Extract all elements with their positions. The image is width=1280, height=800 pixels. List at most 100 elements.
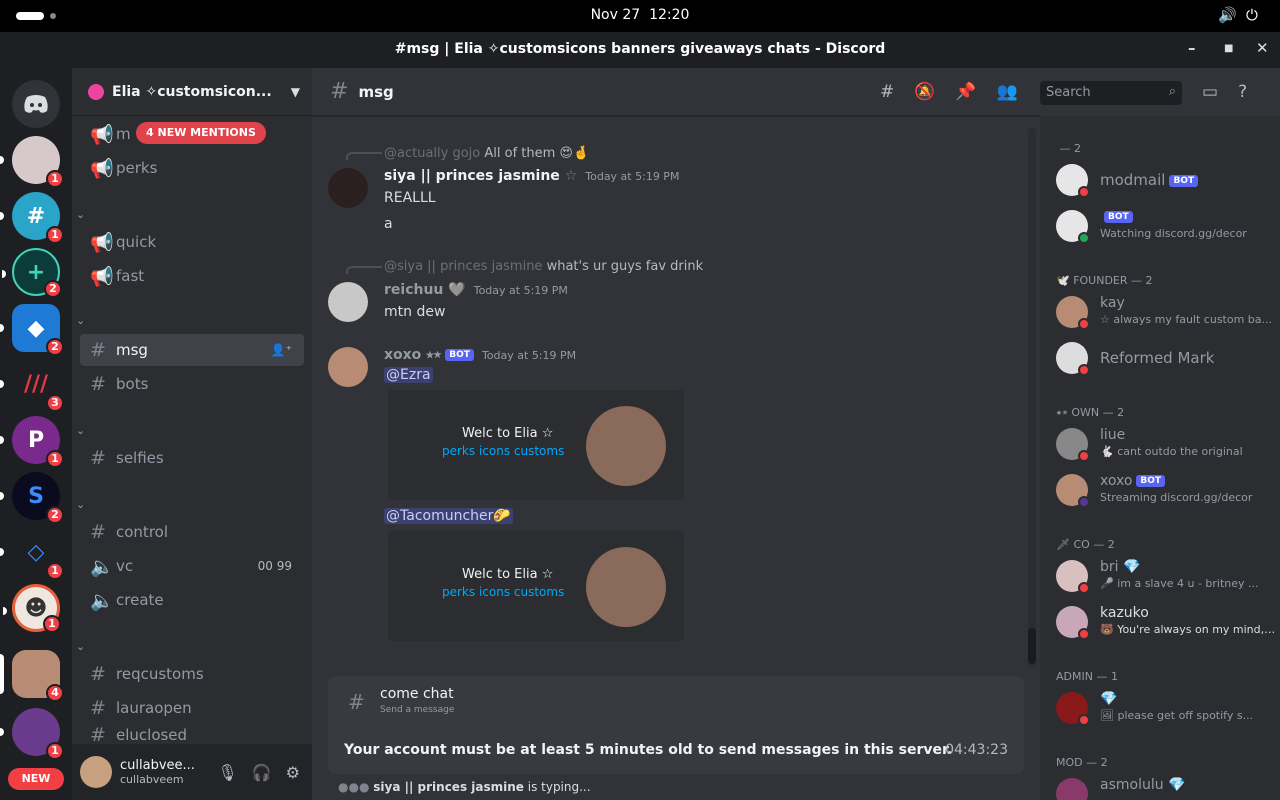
server-plus-icon[interactable]: +2: [2, 248, 62, 298]
mute-bell-icon[interactable]: 🔕: [914, 82, 935, 102]
invite-icon[interactable]: 👤⁺: [271, 343, 292, 357]
voice-channel-item[interactable]: 🔈 ﻿vc 00 99: [80, 550, 304, 582]
home-discord-icon[interactable]: [12, 80, 60, 128]
server-anime-avatar[interactable]: 1: [0, 708, 64, 760]
server-badge: 1: [46, 226, 64, 244]
inbox-icon[interactable]: ▭: [1202, 82, 1218, 102]
avatar[interactable]: [80, 756, 112, 788]
member-item[interactable]: BOT Watching discord.gg/decor: [1056, 205, 1276, 247]
message-author[interactable]: xoxo ⭑⭒ BOT Today at 5:19 PM: [384, 347, 576, 363]
unread-pip: [0, 212, 4, 220]
role-header: 🗡 ﻿CO — 2: [1056, 538, 1115, 551]
server-diamond-icon[interactable]: ◇ 1: [0, 528, 64, 580]
author-tag: ☆: [564, 168, 578, 184]
category-header[interactable]: ⌄: [76, 314, 89, 327]
avatar[interactable]: [328, 168, 368, 208]
channel-item[interactable]: # ﻿laura﻿open: [80, 692, 304, 724]
user-info[interactable]: cullabvee... cullabveem: [120, 758, 217, 786]
volume-icon[interactable]: 🔊: [1218, 6, 1237, 24]
hash-icon: #: [90, 447, 106, 469]
member-status: Watching discord.gg/decor: [1100, 227, 1247, 240]
threads-icon[interactable]: #: [880, 82, 894, 102]
reply-preview[interactable]: @actually gojo All of them 😍🤞: [384, 146, 589, 161]
headphones-icon[interactable]: 🎧: [252, 763, 272, 782]
member-item[interactable]: kay ☆ always my fault custom ba...: [1056, 291, 1276, 333]
role-header: MOD — 2: [1056, 756, 1108, 769]
unread-pip: [0, 728, 4, 736]
channel-item-selected[interactable]: # ﻿msg 👤⁺: [80, 334, 304, 366]
voice-channel-item[interactable]: 🔈 ﻿create: [80, 584, 304, 616]
embed-thumbnail[interactable]: [586, 547, 666, 627]
channel-item[interactable]: # ﻿req﻿customs: [80, 658, 304, 690]
unread-pip: [0, 436, 4, 444]
channel-item[interactable]: # ﻿control: [80, 516, 304, 548]
pin-icon[interactable]: 📌: [955, 82, 976, 102]
search-input[interactable]: Search ⌕: [1040, 81, 1182, 105]
member-item[interactable]: asmolulu 💎: [1056, 773, 1276, 800]
member-item[interactable]: Reformed Mark: [1056, 337, 1276, 379]
channel-item[interactable]: # ﻿elu﻿closed: [80, 726, 304, 744]
member-item[interactable]: kazuko 🐻 You're always on my mind, ...: [1056, 601, 1276, 643]
embed-link[interactable]: perks icons customs: [442, 444, 564, 458]
new-mentions-badge[interactable]: 4 NEW MENTIONS: [136, 122, 266, 144]
members-icon[interactable]: 👥: [997, 82, 1018, 102]
new-badge[interactable]: NEW: [8, 768, 64, 790]
scrollbar-thumb[interactable]: [1028, 628, 1036, 664]
member-item[interactable]: bri 💎 🎤 im a slave 4 u - britney ...: [1056, 555, 1276, 597]
channel-item[interactable]: # ﻿selfies: [80, 442, 304, 474]
maximize-button[interactable]: ■: [1224, 43, 1233, 54]
reply-preview[interactable]: @siya || princes jasmine what's ur guys …: [384, 259, 703, 274]
close-button[interactable]: ✕: [1256, 39, 1269, 57]
channel-item[interactable]: # ﻿bots: [80, 368, 304, 400]
server-hash-icon[interactable]: #1: [0, 192, 64, 244]
member-name: kazuko: [1100, 605, 1149, 621]
server-elia-avatar[interactable]: 4: [0, 650, 64, 702]
system-clock[interactable]: Nov 27 12:20: [0, 7, 1280, 23]
server-robot-icon[interactable]: ☻ 1: [3, 584, 61, 633]
bot-tag: BOT: [1136, 475, 1166, 487]
member-item[interactable]: liue 🐇 cant outdo the original: [1056, 423, 1276, 465]
user-mention[interactable]: @Tacomuncher🌮: [384, 508, 513, 524]
member-item[interactable]: xoxo BOT Streaming discord.gg/decor: [1056, 469, 1276, 511]
server-s-icon[interactable]: S2: [0, 472, 64, 524]
member-item[interactable]: modmail BOT: [1056, 159, 1276, 201]
reply-text: All of them 😍🤞: [484, 146, 590, 161]
power-icon[interactable]: ⏻: [1246, 6, 1258, 24]
server-badge: 2: [44, 280, 62, 298]
server-cube-icon[interactable]: ◆ 2: [0, 304, 64, 356]
channel-item[interactable]: 📢 ﻿fast: [80, 260, 304, 292]
message-author[interactable]: siya || princes jasmine ☆ Today at 5:19 P…: [384, 168, 679, 184]
server-p-icon[interactable]: P1: [0, 416, 64, 468]
unread-pip: [0, 324, 4, 332]
status-dnd-icon: [1078, 582, 1090, 594]
avatar[interactable]: [328, 282, 368, 322]
unread-pip: [0, 156, 4, 164]
channel-name: vc: [116, 557, 134, 575]
gear-icon[interactable]: ⚙: [286, 763, 300, 782]
category-header[interactable]: ⌄: [76, 498, 89, 511]
status-dnd-icon: [1078, 714, 1090, 726]
scrollbar-track[interactable]: [1028, 128, 1036, 668]
category-header[interactable]: ⌄: [76, 424, 89, 437]
minimize-button[interactable]: –: [1188, 39, 1196, 57]
guild-header[interactable]: Elia ✧﻿customs﻿icon... ▼: [72, 68, 312, 116]
embed-link[interactable]: perks icons customs: [442, 585, 564, 599]
member-item[interactable]: 💎 🖼 please get off spotify s...: [1056, 687, 1276, 729]
avatar[interactable]: [328, 347, 368, 387]
embed-thumbnail[interactable]: [586, 406, 666, 486]
channel-item[interactable]: 📢 ﻿quick: [80, 226, 304, 258]
microphone-icon[interactable]: 🎙: [217, 763, 237, 782]
channel-item[interactable]: 📢 ﻿perks: [80, 152, 304, 184]
help-icon[interactable]: ?: [1238, 82, 1247, 102]
server-avatar-1[interactable]: 1: [0, 136, 64, 188]
message-composer[interactable]: # come chat Send a message Your account …: [328, 676, 1024, 774]
channel-name: create: [116, 591, 164, 609]
system-date: Nov 27: [590, 7, 641, 23]
category-header[interactable]: ⌄: [76, 640, 89, 653]
message-author[interactable]: reichuu 🩶 Today at 5:19 PM: [384, 282, 568, 298]
channel-name: quick: [116, 233, 157, 251]
status-online-icon: [1078, 232, 1090, 244]
user-mention[interactable]: @Ezra: [384, 367, 433, 383]
category-header[interactable]: ⌄: [76, 208, 89, 221]
server-stripes-icon[interactable]: ///3: [0, 360, 64, 412]
